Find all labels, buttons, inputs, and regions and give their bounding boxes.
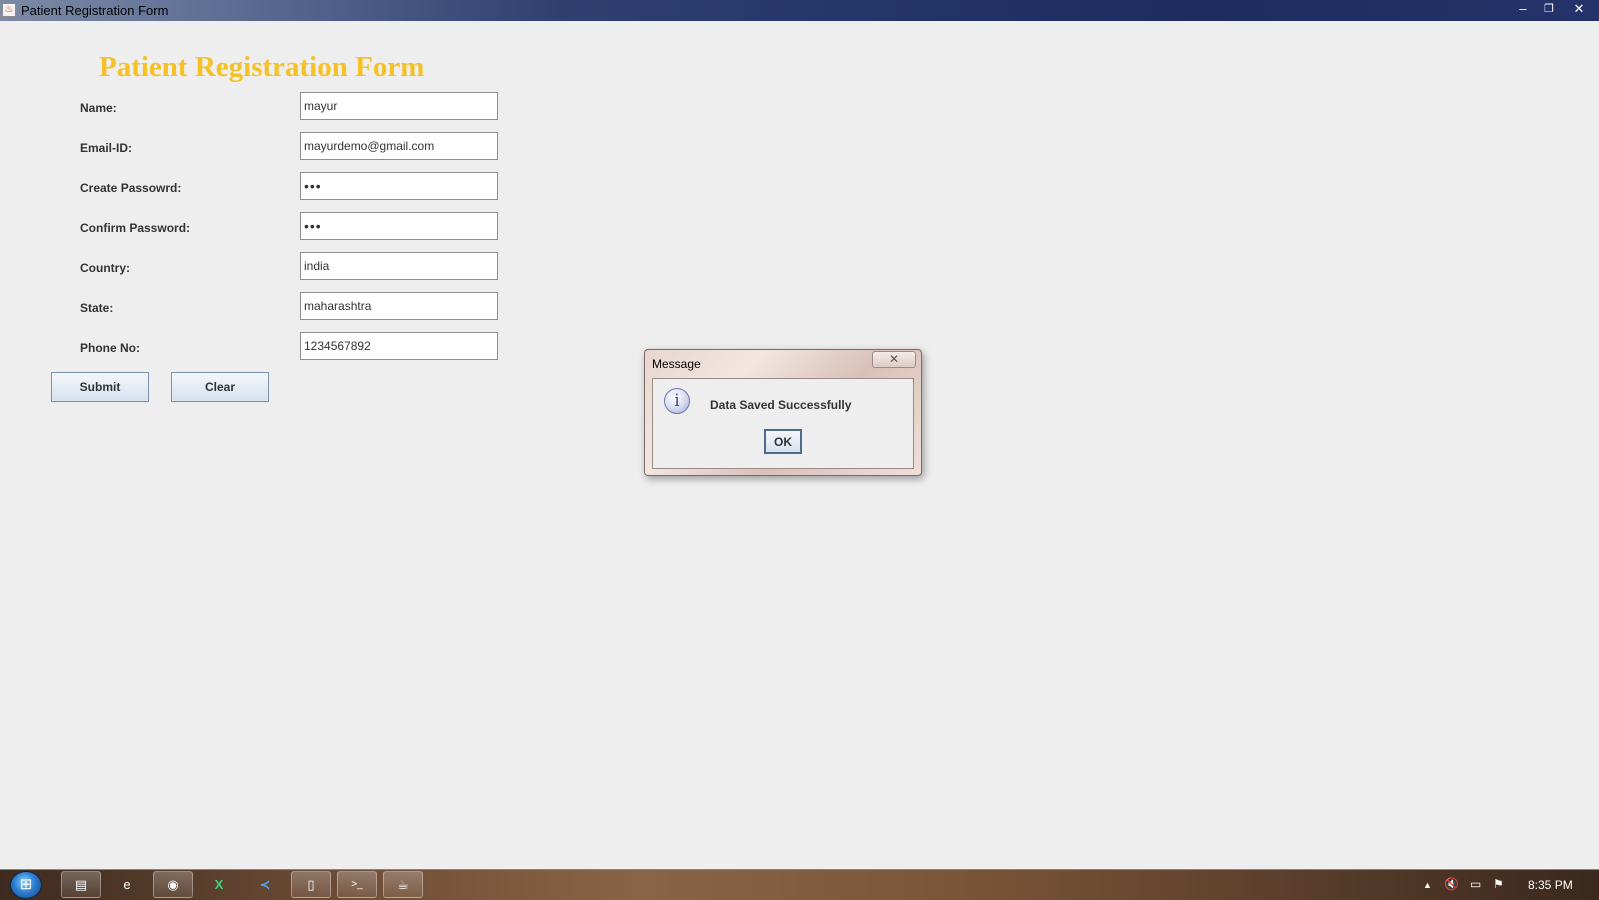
volume-muted-icon[interactable]: 🔇	[1444, 877, 1459, 891]
country-label: Country:	[80, 261, 130, 275]
close-window-button[interactable]: ✕	[1566, 0, 1592, 19]
email-label: Email-ID:	[80, 141, 133, 155]
java-icon: ♨	[2, 3, 16, 17]
email-input[interactable]	[300, 132, 498, 160]
clear-button[interactable]: Clear	[171, 372, 269, 402]
form-heading: Patient Registration Form	[99, 51, 425, 83]
info-icon: i	[664, 388, 690, 414]
taskbar-clock[interactable]: 8:35 PM	[1528, 878, 1573, 892]
create-password-label: Create Passowrd:	[80, 181, 182, 195]
name-input[interactable]	[300, 92, 498, 120]
create-password-input[interactable]	[300, 172, 498, 200]
dialog-close-icon[interactable]: ✕	[872, 351, 916, 368]
dialog-message: Data Saved Successfully	[710, 398, 852, 412]
dialog-body: i Data Saved Successfully OK	[652, 378, 914, 469]
state-input[interactable]	[300, 292, 498, 320]
vscode-icon[interactable]: ≺	[245, 871, 285, 898]
file-explorer-icon[interactable]: ▤	[61, 871, 101, 898]
notepad-icon[interactable]: ▯	[291, 871, 331, 898]
phone-label: Phone No:	[80, 341, 140, 355]
state-label: State:	[80, 301, 114, 315]
window-title: Patient Registration Form	[21, 3, 169, 18]
show-hidden-icons-icon[interactable]: ▲	[1423, 880, 1432, 890]
excel-icon[interactable]: X	[199, 871, 239, 898]
network-icon[interactable]: ▭	[1470, 877, 1481, 891]
country-input[interactable]	[300, 252, 498, 280]
chrome-icon[interactable]: ◉	[153, 871, 193, 898]
start-button[interactable]: ⊞	[10, 871, 42, 899]
window-titlebar[interactable]: ♨ Patient Registration Form – ❐ ✕	[0, 0, 1599, 21]
confirm-password-label: Confirm Password:	[80, 221, 191, 235]
restore-button[interactable]: ❐	[1536, 0, 1562, 19]
dialog-title: Message	[652, 357, 701, 371]
name-label: Name:	[80, 101, 117, 115]
edge-icon[interactable]: e	[107, 871, 147, 898]
taskbar: ⊞ ▤ e ◉ X ≺ ▯ >_ ☕ ▲ 🔇 ▭ ⚑ 8:35 PM	[0, 869, 1599, 900]
cmd-icon[interactable]: >_	[337, 871, 377, 898]
confirm-password-input[interactable]	[300, 212, 498, 240]
java-app-icon[interactable]: ☕	[383, 871, 423, 898]
action-center-flag-icon[interactable]: ⚑	[1493, 877, 1504, 891]
minimize-button[interactable]: –	[1510, 0, 1536, 19]
ok-button[interactable]: OK	[764, 429, 802, 454]
message-dialog[interactable]: Message ✕ i Data Saved Successfully OK	[644, 349, 922, 476]
phone-input[interactable]	[300, 332, 498, 360]
submit-button[interactable]: Submit	[51, 372, 149, 402]
